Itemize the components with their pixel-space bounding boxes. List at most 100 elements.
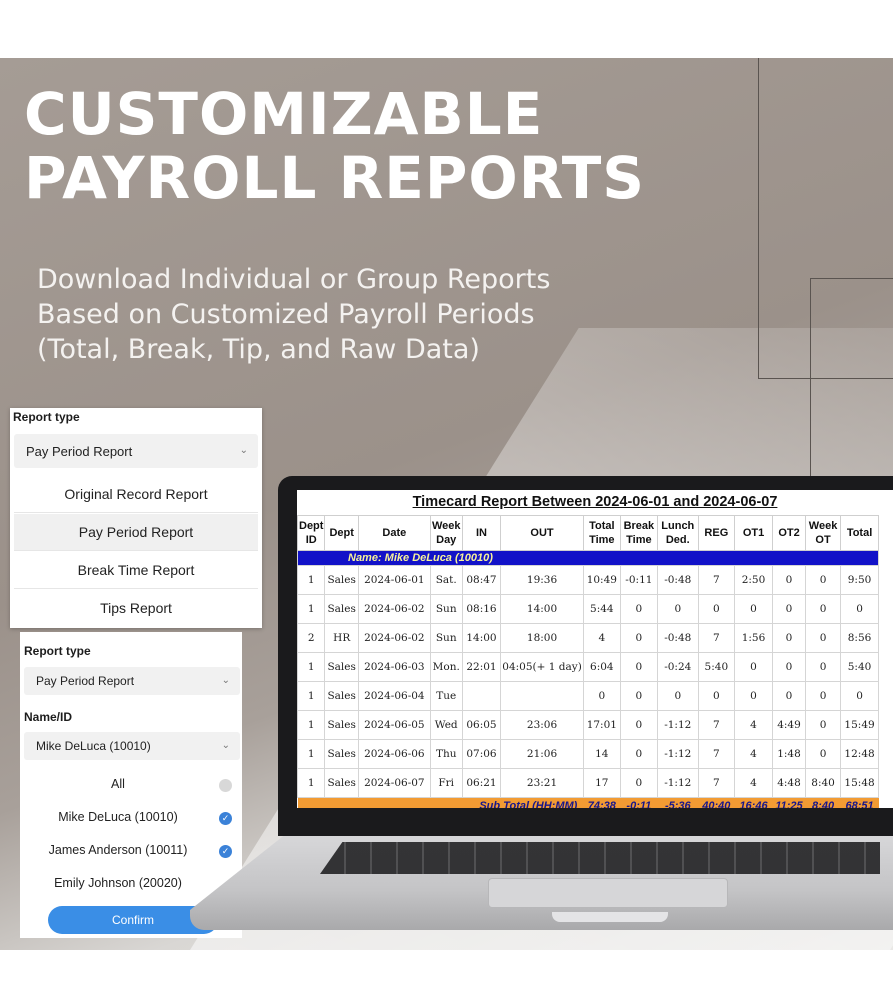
table-cell: 1 — [297, 652, 326, 682]
table-cell: 0 — [805, 623, 842, 653]
laptop-front-notch — [552, 912, 668, 922]
table-cell: 1 — [297, 739, 326, 769]
table-cell: 2024-06-02 — [357, 623, 431, 653]
subheading-line-3: (Total, Break, Tip, and Raw Data) — [37, 334, 480, 365]
table-cell: -0:11 — [619, 565, 658, 595]
table-cell: Sales — [324, 710, 359, 740]
check-circle-icon[interactable]: ✓ — [219, 812, 232, 825]
column-header-text: OUT — [530, 527, 554, 539]
table-cell: 0 — [656, 681, 699, 711]
column-header: Week OT — [805, 515, 842, 551]
report-option-pay-period[interactable]: Pay Period Report — [14, 514, 258, 550]
table-cell: Sun — [429, 594, 463, 624]
report-option-break-time[interactable]: Break Time Report — [14, 552, 258, 588]
table-cell: 21:06 — [500, 739, 584, 769]
table-cell: 0 — [619, 681, 658, 711]
table-cell: 17:01 — [582, 710, 621, 740]
column-header-text: ID — [305, 534, 317, 546]
decor-line — [758, 58, 759, 378]
report-option-tips[interactable]: Tips Report — [14, 590, 258, 626]
chevron-down-icon: ⌄ — [221, 739, 230, 751]
column-header-text: Total — [589, 520, 615, 532]
subheading-line-1: Download Individual or Group Reports — [37, 264, 551, 295]
table-cell: 4 — [734, 710, 773, 740]
table-cell: 0 — [805, 594, 842, 624]
table-cell: 0 — [697, 594, 736, 624]
table-cell: 7 — [697, 710, 736, 740]
name-list-item-all[interactable]: All — [20, 769, 242, 802]
table-cell: Sales — [324, 768, 359, 798]
report-type-select[interactable]: Pay Period Report ⌄ — [14, 434, 258, 468]
unchecked-circle-icon[interactable] — [219, 779, 232, 792]
table-cell: 0 — [805, 739, 842, 769]
table-cell: Sales — [324, 739, 359, 769]
column-header-text: Dept — [329, 527, 354, 539]
table-cell: Thu — [429, 739, 463, 769]
column-header-text: Time — [626, 534, 652, 546]
table-cell: 2024-06-01 — [357, 565, 431, 595]
table-cell: 04:05(+ 1 day) — [500, 652, 584, 682]
table-cell: -1:12 — [656, 710, 699, 740]
column-header-text: OT2 — [778, 527, 800, 539]
decor-line — [810, 278, 893, 279]
column-header-text: Day — [436, 534, 457, 546]
column-header-text: OT — [815, 534, 831, 546]
table-cell: 07:06 — [461, 739, 502, 769]
table-cell: 4 — [734, 768, 773, 798]
table-cell: Sat. — [429, 565, 463, 595]
column-header-text: Dept — [299, 520, 324, 532]
name-id-select[interactable]: Mike DeLuca (10010) ⌄ — [24, 732, 240, 760]
table-cell: 14:00 — [461, 623, 502, 653]
chevron-down-icon: ⌄ — [221, 674, 230, 686]
subtotal-value: 16:46 — [734, 797, 773, 808]
table-cell: 06:05 — [461, 710, 502, 740]
table-row: 1 Sales 2024-06-07 Fri 06:21 23:21 17 0 -1:12 7 4 4… — [297, 768, 879, 798]
name-list-item-mike-deluca[interactable]: Mike DeLuca (10010) ✓ — [20, 802, 242, 835]
decor-line — [758, 378, 893, 379]
name-list-item-james-anderson[interactable]: James Anderson (10011) ✓ — [20, 835, 242, 868]
report-type-selected-value: Pay Period Report — [26, 443, 133, 459]
column-header-text: IN — [475, 527, 487, 539]
column-header: Week Day — [429, 515, 463, 551]
report-type-label: Report type — [24, 644, 91, 658]
table-row: 1 Sales 2024-06-04 Tue 0 0 0 0 0 0 0 0 — [297, 681, 879, 711]
page-subheading: Download Individual or Group Reports Bas… — [37, 262, 550, 367]
table-cell — [461, 681, 502, 711]
table-cell: -0:48 — [656, 565, 699, 595]
report-option-original-record[interactable]: Original Record Report — [14, 476, 258, 512]
check-circle-icon[interactable]: ✓ — [219, 845, 232, 858]
name-id-label: Name/ID — [24, 710, 73, 724]
timecard-table: Dept ID Dept Date Week Day IN OUT Total Time Break… — [297, 515, 879, 808]
divider — [14, 588, 258, 589]
employee-name: Name: Mike DeLuca (10010) — [297, 550, 879, 566]
table-cell: 1 — [297, 594, 326, 624]
page-headline: CUSTOMIZABLE PAYROLL REPORTS — [24, 82, 645, 210]
column-header-text: Week — [431, 520, 461, 532]
table-cell: 4:48 — [771, 768, 807, 798]
subtotal-value: -5:36 — [657, 797, 699, 808]
table-cell — [500, 681, 584, 711]
table-cell: HR — [324, 623, 359, 653]
table-cell: 0 — [697, 681, 736, 711]
table-cell: Sales — [324, 594, 359, 624]
table-cell: 2024-06-06 — [357, 739, 431, 769]
table-cell: 1 — [297, 710, 326, 740]
column-header-text: Week — [808, 520, 838, 532]
laptop-keyboard — [320, 842, 880, 874]
name-selection-panel: Report type Pay Period Report ⌄ Name/ID … — [20, 632, 242, 938]
table-cell: 08:47 — [461, 565, 502, 595]
table-cell: 6:04 — [582, 652, 621, 682]
table-cell: 4 — [582, 623, 621, 653]
divider — [14, 550, 258, 551]
table-cell: 0 — [771, 594, 807, 624]
table-cell: 4:49 — [771, 710, 807, 740]
report-type-select[interactable]: Pay Period Report ⌄ — [24, 667, 240, 695]
table-cell: 23:21 — [500, 768, 584, 798]
table-cell: 17 — [582, 768, 621, 798]
table-cell: 06:21 — [461, 768, 502, 798]
table-cell: 1 — [297, 768, 326, 798]
table-cell: Sales — [324, 565, 359, 595]
table-cell: 2 — [297, 623, 326, 653]
divider — [14, 512, 258, 513]
table-row: 1 Sales 2024-06-01 Sat. 08:47 19:36 10:49 -0:11… — [297, 565, 879, 595]
